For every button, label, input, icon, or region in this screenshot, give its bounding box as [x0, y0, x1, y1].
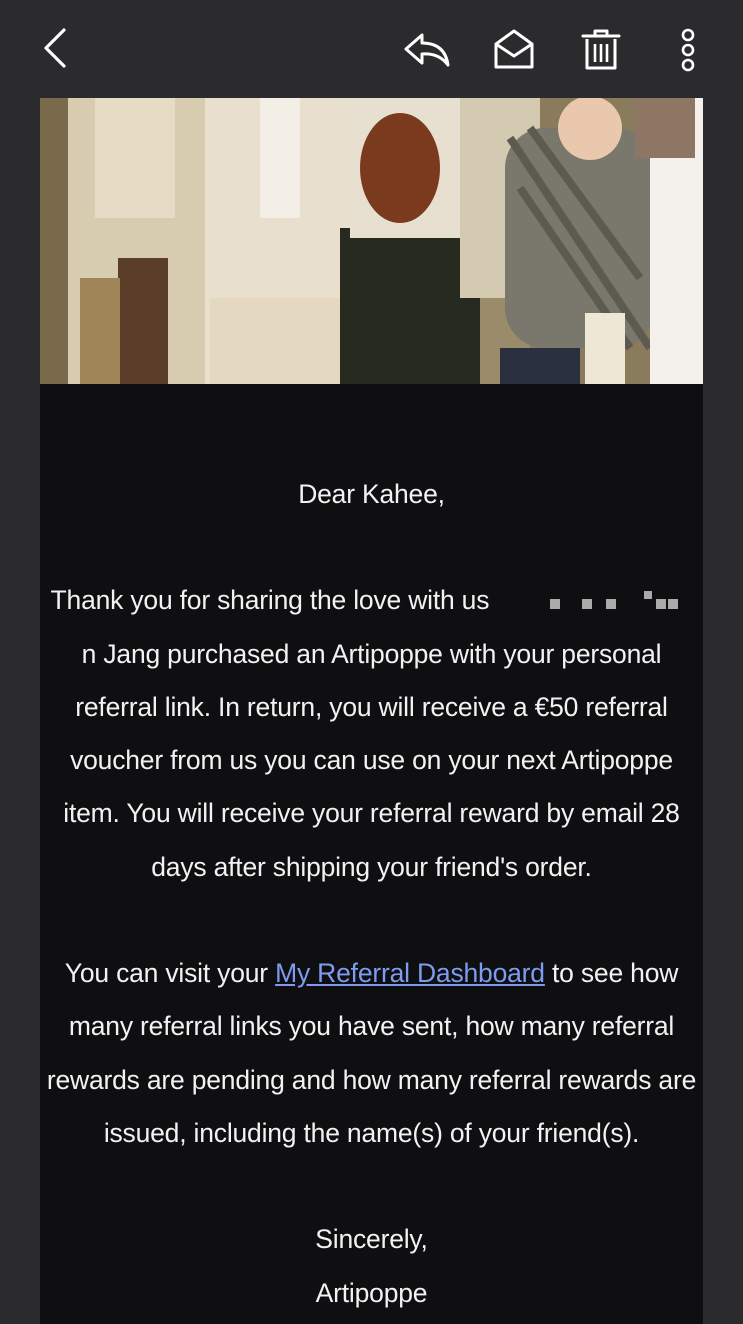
- signature: Artipoppe: [315, 1277, 428, 1308]
- paragraph-1-start: Thank you for sharing the love with us: [50, 585, 490, 616]
- paragraph-1-end: n Jang purchased an Artipoppe with your …: [63, 638, 680, 882]
- paragraph-2-start: You can visit your: [64, 958, 268, 989]
- referral-dashboard-link[interactable]: My Referral Dashboard: [275, 958, 545, 988]
- chevron-left-icon: [44, 28, 66, 68]
- email-content: Dear Kahee, Thank you for sharing the lo…: [40, 468, 703, 1320]
- paragraph-dashboard: You can visit your My Referral Dashboard…: [40, 947, 703, 1160]
- more-vertical-icon: [681, 28, 695, 72]
- mark-unread-button[interactable]: [486, 24, 542, 74]
- toolbar: [0, 0, 743, 98]
- trash-icon: [581, 29, 621, 70]
- closing: Sincerely,: [315, 1224, 428, 1255]
- reply-button[interactable]: [396, 24, 456, 74]
- hero-image: [40, 98, 703, 384]
- back-button[interactable]: [30, 22, 80, 74]
- greeting: Dear Kahee,: [298, 479, 445, 509]
- paragraph-referral-info: Thank you for sharing the love with us n…: [40, 574, 703, 894]
- delete-button[interactable]: [574, 22, 628, 76]
- more-button[interactable]: [666, 22, 710, 78]
- envelope-open-icon: [494, 29, 534, 69]
- email-body: Dear Kahee, Thank you for sharing the lo…: [40, 98, 703, 1324]
- reply-icon: [404, 33, 450, 67]
- redacted-name: [496, 589, 692, 615]
- hero-photo: [40, 98, 703, 384]
- signature-block: Sincerely, Artipoppe: [40, 1213, 703, 1320]
